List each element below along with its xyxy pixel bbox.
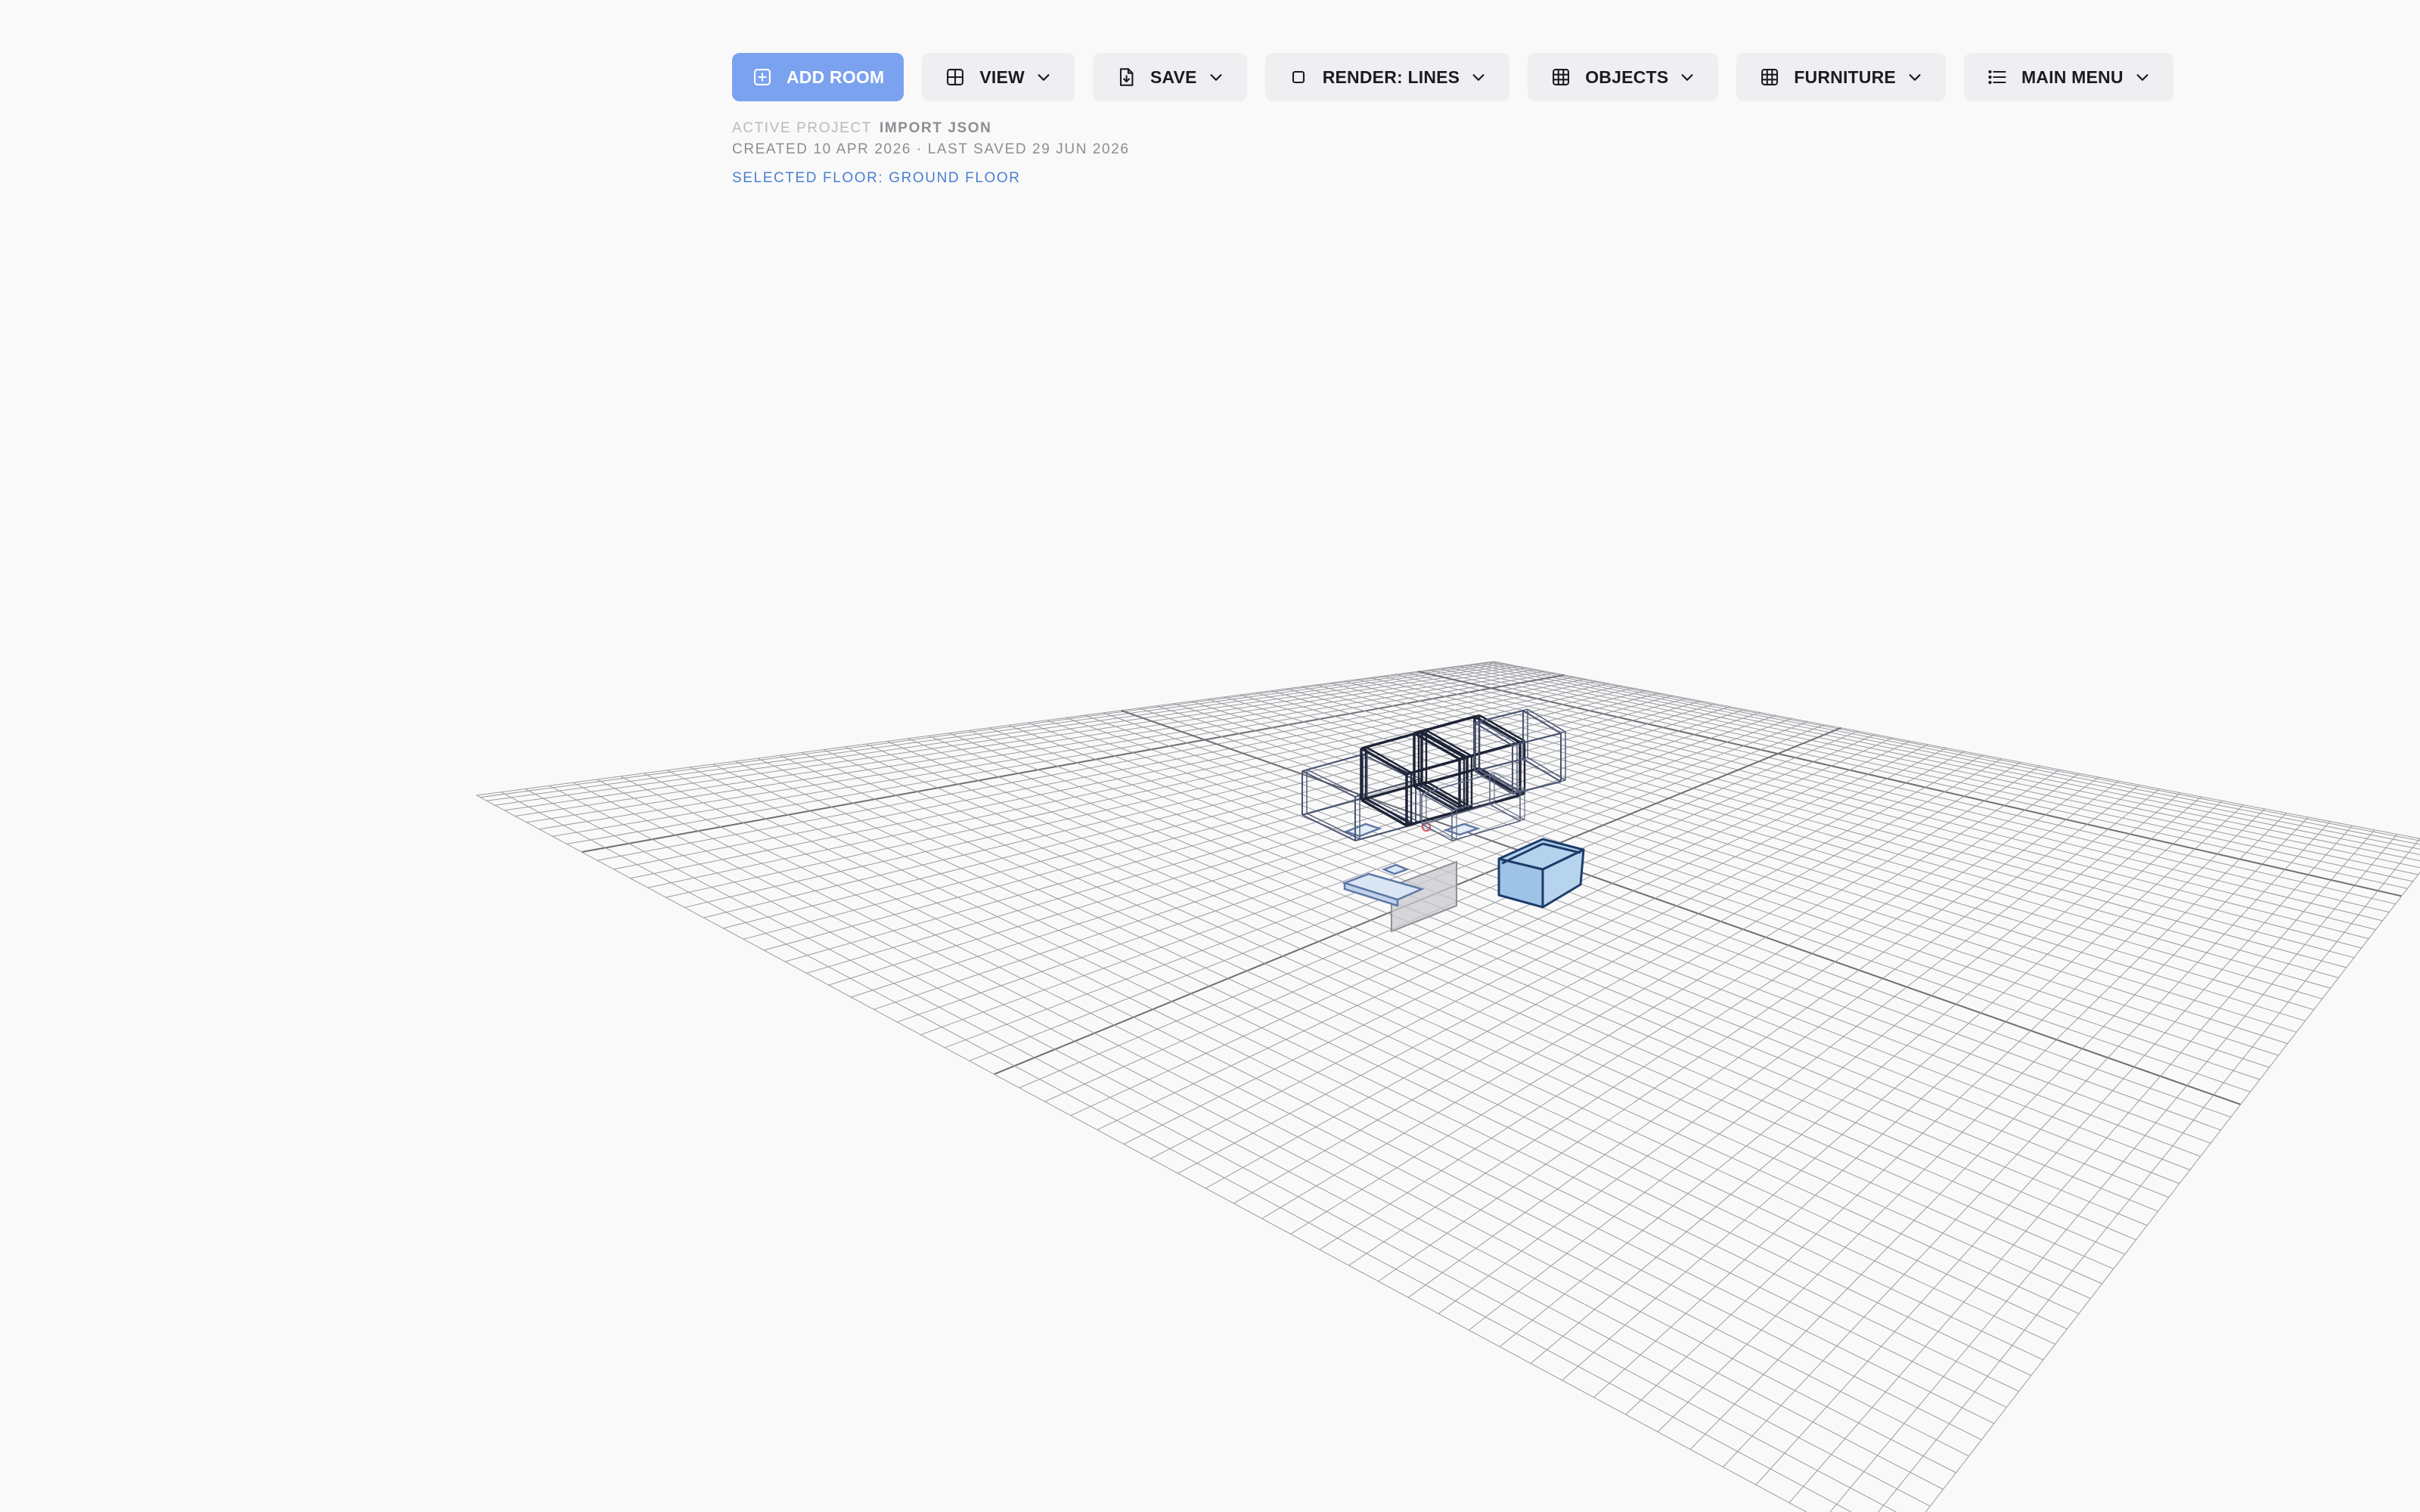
selected-floor-link[interactable]: SELECTED FLOOR: GROUND FLOOR	[732, 168, 1130, 189]
grid-line	[1123, 744, 1928, 1145]
wall-edge	[1413, 785, 1460, 813]
grid-line	[666, 770, 1995, 1424]
chevron-down-icon	[2134, 69, 2151, 85]
toolbar: ADD ROOM VIEW SAVE RENDER: LINES OBJECTS	[732, 53, 2173, 101]
project-info: ACTIVE PROJECT IMPORT JSON CREATED 10 APR…	[732, 118, 1130, 189]
square-icon	[1288, 67, 1309, 88]
grid-line	[1562, 800, 2223, 1381]
add-room-button[interactable]: ADD ROOM	[732, 53, 904, 101]
grid-line	[1530, 796, 2201, 1364]
objects-menu-button[interactable]: OBJECTS	[1528, 53, 1719, 101]
grid-line	[1378, 776, 2099, 1282]
grid-line	[1150, 747, 1947, 1160]
grid-line	[851, 709, 1745, 998]
grid-line	[1878, 838, 2420, 1512]
grid-line	[552, 671, 1545, 837]
chevron-down-icon	[1208, 69, 1224, 85]
save-label: SAVE	[1150, 67, 1197, 87]
grid-line	[784, 700, 1702, 962]
view-label: VIEW	[979, 67, 1025, 87]
grid-line	[476, 795, 1807, 1512]
plus-square-icon	[752, 67, 773, 88]
grid-line	[501, 792, 1852, 1512]
wall-edge	[1516, 731, 1566, 745]
grid-line	[476, 661, 1494, 796]
project-dates: CREATED 10 APR 2026 · LAST SAVED 29 JUN …	[732, 141, 1130, 157]
grid-line	[1224, 696, 2297, 1033]
grid-line	[1174, 703, 2270, 1068]
grid-line	[630, 680, 1597, 879]
grid-line	[1657, 813, 2287, 1433]
active-project-line: ACTIVE PROJECT IMPORT JSON	[732, 118, 1130, 139]
grid-line	[1480, 662, 2420, 850]
grid-line	[1233, 758, 2003, 1204]
wall-edge	[1421, 823, 1453, 841]
grid-line	[1593, 804, 2244, 1398]
grid-line	[1438, 668, 2413, 882]
ground-grid	[476, 661, 2420, 1512]
grid-line	[1689, 816, 2309, 1450]
grid-2x2-icon	[945, 67, 966, 88]
grid-line	[757, 758, 2044, 1361]
save-menu-button[interactable]: SAVE	[1092, 53, 1247, 101]
wall-edge	[1527, 708, 1566, 733]
grid-line	[908, 738, 2125, 1255]
grid-line	[1190, 701, 2279, 1056]
furniture-menu-button[interactable]: FURNITURE	[1736, 53, 1946, 101]
grid-line	[572, 782, 1944, 1490]
view-menu-button[interactable]: VIEW	[922, 53, 1075, 101]
selected-room-box[interactable]	[1497, 838, 1585, 909]
grid-line	[1466, 665, 2420, 862]
chevron-down-icon	[1907, 69, 1923, 85]
grid-line	[735, 761, 2032, 1376]
chevron-down-icon	[1679, 69, 1696, 85]
render-mode-button[interactable]: RENDER: LINES	[1264, 53, 1510, 101]
3d-viewport[interactable]	[0, 0, 2420, 1512]
grid-line	[1239, 694, 2306, 1021]
main-menu-label: MAIN MENU	[2021, 67, 2124, 87]
wall-edge	[1306, 769, 1360, 796]
grid-line	[549, 785, 1931, 1507]
grid-line	[1343, 680, 2362, 949]
furniture-label: FURNITURE	[1794, 67, 1896, 87]
list-icon	[1987, 67, 2008, 88]
grid-line	[1348, 773, 2080, 1266]
grid-line	[620, 776, 1969, 1457]
grid-line	[613, 678, 1586, 870]
grid-line	[1286, 688, 2331, 989]
main-menu-button[interactable]: MAIN MENU	[1963, 53, 2173, 101]
grid-line	[823, 749, 2080, 1315]
grid-line	[806, 703, 1716, 974]
add-room-label: ADD ROOM	[786, 67, 885, 87]
wall-edge	[1360, 747, 1407, 776]
wall-edge	[1302, 770, 1356, 798]
grid-line	[1829, 834, 2398, 1512]
grid-line	[1457, 665, 2420, 869]
active-project-label: ACTIVE PROJECT	[732, 120, 872, 136]
grid-line	[886, 741, 2114, 1269]
grid-line	[1290, 765, 2040, 1235]
grid-line	[828, 706, 1730, 986]
grid-line	[690, 767, 2007, 1408]
file-download-icon	[1115, 67, 1137, 88]
grid-line	[1755, 825, 2353, 1486]
chevron-down-icon	[1035, 69, 1052, 85]
objects-label: OBJECTS	[1585, 67, 1669, 87]
grid-line	[1789, 829, 2375, 1504]
chevron-down-icon	[1470, 69, 1487, 85]
wall-edge	[1302, 814, 1356, 841]
grid-line	[644, 773, 1982, 1440]
grid-line	[495, 663, 1506, 806]
render-label: RENDER: LINES	[1322, 67, 1460, 87]
project-name: IMPORT JSON	[879, 120, 992, 136]
grid-line	[479, 662, 1497, 798]
grid-3x3-icon	[1759, 67, 1780, 88]
grid-3x3-icon	[1550, 67, 1571, 88]
